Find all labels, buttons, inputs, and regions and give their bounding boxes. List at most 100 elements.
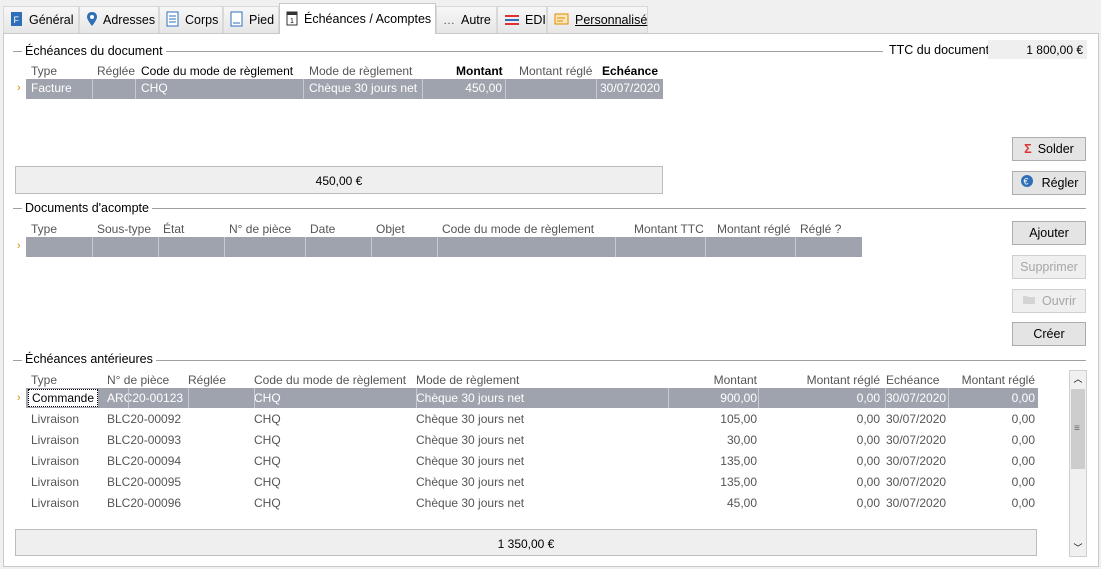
- table-cell: Livraison: [31, 412, 80, 426]
- table-cell: 0,00: [856, 433, 880, 447]
- edi-icon: [504, 13, 520, 28]
- table-cell: Chèque 30 jours net: [416, 454, 525, 468]
- document-lines-icon: [166, 11, 180, 30]
- col-header: Montant réglé: [806, 373, 880, 387]
- cell-montant: 450,00: [465, 81, 502, 95]
- section-divider: [13, 360, 1086, 361]
- cell-separator: [188, 388, 189, 408]
- col-header: Code du mode de règlement: [442, 222, 595, 236]
- table-cell: 0,00: [856, 412, 880, 426]
- col-header: Montant réglé: [519, 64, 593, 78]
- tab-pied[interactable]: Pied: [223, 6, 279, 33]
- table-cell: BLC20-00096: [107, 496, 182, 510]
- col-header: Code du mode de règlement: [141, 64, 294, 78]
- row-pointer-icon: ›: [17, 82, 21, 94]
- col-header: Type: [31, 373, 58, 387]
- table-cell: CHQ: [254, 412, 281, 426]
- tab-corps[interactable]: Corps: [159, 6, 223, 33]
- col-header: Réglé ?: [800, 222, 842, 236]
- grip-icon: ≡: [1074, 423, 1080, 434]
- col-header: N° de pièce: [107, 373, 170, 387]
- col-header: État: [163, 222, 185, 236]
- table-cell: 0,00: [856, 454, 880, 468]
- table-cell: 0,00: [1011, 475, 1035, 489]
- svg-text:1: 1: [290, 18, 294, 25]
- ouvrir-button[interactable]: Ouvrir: [1012, 289, 1086, 313]
- table-cell: Chèque 30 jours net: [416, 412, 525, 426]
- tab-adresses[interactable]: Adresses: [79, 6, 159, 33]
- table-cell: 30/07/2020: [886, 496, 947, 510]
- table-row[interactable]: [26, 237, 862, 257]
- sigma-icon: Σ: [1024, 142, 1032, 156]
- cell-separator: [758, 388, 759, 408]
- scrollbar[interactable]: ︿ ≡ ﹀: [1069, 370, 1087, 557]
- table-cell: BLC20-00094: [107, 454, 182, 468]
- svg-text:€: €: [1023, 176, 1028, 186]
- col-header: Réglée: [97, 64, 136, 78]
- table-cell: CHQ: [254, 391, 281, 405]
- table-cell: 30/07/2020: [886, 475, 947, 489]
- col-header: Date: [310, 222, 336, 236]
- tab-autre[interactable]: … Autre: [436, 6, 497, 33]
- table-cell: 0,00: [1011, 433, 1035, 447]
- col-header: Type: [31, 64, 58, 78]
- supprimer-button[interactable]: Supprimer: [1012, 255, 1086, 279]
- table-cell: Chèque 30 jours net: [416, 433, 525, 447]
- table-cell: 0,00: [856, 496, 880, 510]
- table-cell: 30/07/2020: [886, 433, 947, 447]
- scroll-up-icon[interactable]: ︿: [1070, 371, 1086, 387]
- table-cell: Commande: [28, 389, 99, 407]
- table-row[interactable]: Facture CHQ Chèque 30 jours net 450,00 3…: [26, 79, 663, 99]
- calendar-icon: 1: [286, 10, 299, 29]
- table-row[interactable]: Commande ARC20-00123 CHQ Chèque 30 jours ne…: [26, 388, 1038, 408]
- cell-separator: [254, 388, 255, 408]
- cell-echeance: 30/07/2020: [600, 81, 661, 95]
- table-cell: 30/07/2020: [886, 454, 947, 468]
- table-cell: Livraison: [31, 496, 80, 510]
- section-title-anterieures: Échéances antérieures: [22, 352, 156, 366]
- creer-button[interactable]: Créer: [1012, 322, 1086, 346]
- ttc-value: 1 800,00 €: [988, 40, 1087, 59]
- cell-separator: [128, 388, 129, 408]
- col-header: Montant réglé: [717, 222, 791, 236]
- regler-button[interactable]: € Régler: [1012, 171, 1086, 195]
- table-cell: BLC20-00095: [107, 475, 182, 489]
- tab-personnalise[interactable]: Personnalisé: [547, 6, 648, 33]
- cell-type: Facture: [31, 81, 72, 95]
- ttc-label: TTC du document: [889, 43, 990, 57]
- col-header: Mode de règlement: [309, 64, 413, 78]
- table-row[interactable]: Livraison BLC20-00092 CHQ Chèque 30 jours n…: [26, 409, 1038, 429]
- solder-button[interactable]: Σ Solder: [1012, 137, 1086, 161]
- col-header: Montant TTC: [634, 222, 704, 236]
- svg-text:F: F: [14, 15, 20, 25]
- cell-separator: [416, 388, 417, 408]
- col-header: Type: [31, 222, 58, 236]
- table-cell: 105,00: [720, 412, 757, 426]
- table-cell: 30/07/2020: [886, 412, 947, 426]
- table-row[interactable]: Livraison BLC20-00095 CHQ Chèque 30 jours n…: [26, 472, 1038, 492]
- table-cell: 0,00: [1011, 496, 1035, 510]
- table-cell: 45,00: [726, 496, 757, 510]
- tab-general[interactable]: F Général: [3, 6, 79, 33]
- table-row[interactable]: Livraison BLC20-00093 CHQ Chèque 30 jours n…: [26, 430, 1038, 450]
- table-cell: Livraison: [31, 433, 80, 447]
- document-blue-icon: F: [10, 11, 24, 30]
- cell-separator: [668, 388, 669, 408]
- table-cell: 900,00: [720, 391, 757, 405]
- map-pin-icon: [86, 11, 98, 30]
- tab-bar: F Général Adresses Corps Pied 1 Échéance…: [0, 0, 1101, 34]
- tab-echeances-acomptes[interactable]: 1 Échéances / Acomptes: [279, 3, 436, 34]
- table-cell: 30/07/2020: [886, 391, 947, 405]
- table-row[interactable]: Livraison BLC20-00094 CHQ Chèque 30 jours n…: [26, 451, 1038, 471]
- table-cell: CHQ: [254, 475, 281, 489]
- table-cell: 0,00: [1011, 391, 1035, 405]
- tab-edi[interactable]: EDI: [497, 6, 547, 33]
- table-cell: 0,00: [856, 391, 880, 405]
- table-cell: 135,00: [720, 454, 757, 468]
- table-row[interactable]: Livraison BLC20-00096 CHQ Chèque 30 jours n…: [26, 493, 1038, 513]
- section-divider: [13, 208, 1086, 209]
- scroll-down-icon[interactable]: ﹀: [1070, 540, 1086, 556]
- col-header: Montant réglé: [961, 373, 1035, 387]
- ajouter-button[interactable]: Ajouter: [1012, 221, 1086, 245]
- table-cell: 30,00: [726, 433, 757, 447]
